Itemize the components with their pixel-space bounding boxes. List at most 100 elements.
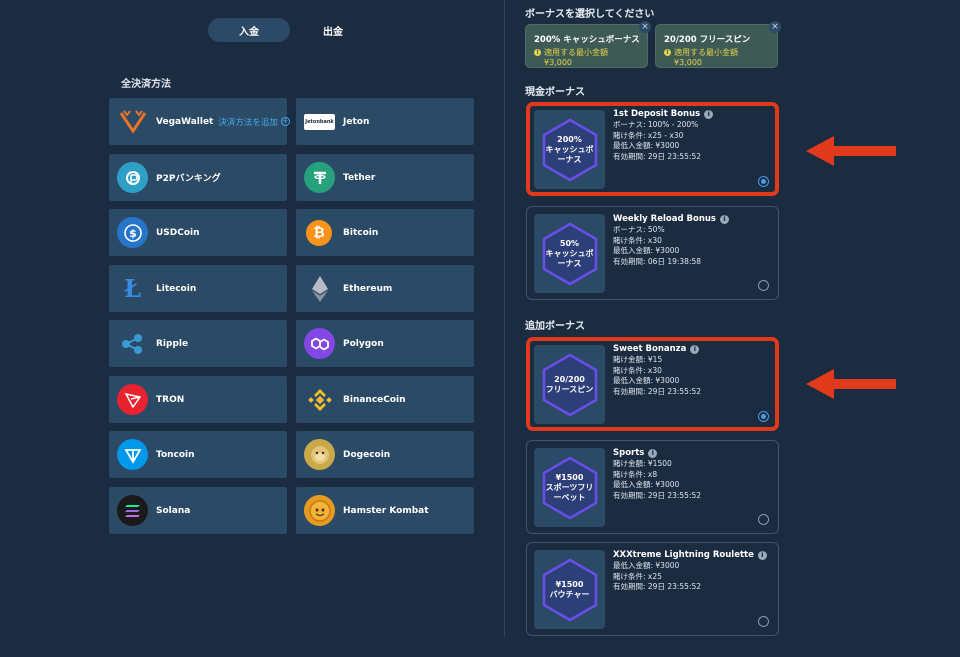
selected-bonus-chip-freespins[interactable]: 20/200 フリースピン ! 適用する最小金額 ¥3,000 × bbox=[655, 21, 781, 68]
method-label: Litecoin bbox=[156, 283, 197, 294]
method-label: P2Pバンキング bbox=[156, 174, 221, 184]
bonus-radio[interactable] bbox=[758, 176, 769, 187]
method-label: Ethereum bbox=[343, 283, 393, 294]
bonus-info: Weekly Reload Bonus i ボーナス: 50% 賭け条件: x30 最低… bbox=[613, 214, 729, 267]
polygon-icon bbox=[304, 328, 335, 359]
panel-divider bbox=[504, 0, 505, 637]
method-label: Polygon bbox=[343, 338, 384, 349]
bonus-badge-text: 20/200 フリースピン bbox=[545, 374, 594, 394]
method-label: Bitcoin bbox=[343, 227, 379, 238]
method-label: Dogecoin bbox=[343, 449, 391, 460]
add-circle-icon: + bbox=[280, 117, 290, 126]
close-icon[interactable]: × bbox=[769, 21, 781, 33]
method-label: Hamster Kombat bbox=[343, 505, 429, 516]
bonus-badge-text: ¥1500 スポーツフリーベット bbox=[545, 472, 594, 502]
radio-selected-dot bbox=[761, 179, 766, 184]
method-label: VegaWallet bbox=[156, 116, 214, 127]
bonus-badge: ¥1500 バウチャー bbox=[534, 550, 605, 629]
jetonbank-logo-icon: Jetonbank bbox=[304, 113, 335, 130]
info-icon[interactable]: i bbox=[704, 109, 714, 119]
bonus-radio[interactable] bbox=[758, 616, 769, 627]
bonus-radio[interactable] bbox=[758, 514, 769, 525]
solana-icon bbox=[117, 495, 148, 526]
hamster-kombat-icon bbox=[304, 495, 335, 526]
bonus-badge: 200% キャッシュボーナス bbox=[534, 110, 605, 189]
red-arrow-icon bbox=[806, 369, 896, 399]
method-solana[interactable]: Solana bbox=[109, 487, 287, 534]
method-ripple[interactable]: Ripple bbox=[109, 320, 287, 367]
method-label: Toncoin bbox=[156, 449, 195, 460]
method-hamster-kombat[interactable]: Hamster Kombat bbox=[296, 487, 474, 534]
deposit-withdraw-tabs: 入金 出金 bbox=[208, 18, 378, 42]
toncoin-icon bbox=[117, 439, 148, 470]
method-polygon[interactable]: Polygon bbox=[296, 320, 474, 367]
bonus-radio[interactable] bbox=[758, 411, 769, 422]
dogecoin-icon bbox=[304, 439, 335, 470]
bonus-card[interactable]: ¥1500 バウチャー XXXtreme Lightning Roulette i 最… bbox=[526, 542, 779, 636]
bonus-name: 1st Deposit Bonus i bbox=[613, 109, 714, 119]
bonus-card[interactable]: 200% キャッシュボーナス 1st Deposit Bonus i ボーナス: 10… bbox=[526, 102, 779, 196]
bonus-card[interactable]: ¥1500 スポーツフリーベット Sports i 賭け金額: ¥1500 賭け条件: … bbox=[526, 440, 779, 534]
bonus-detail-line: 有効期間: 06日 19:38:58 bbox=[613, 256, 702, 266]
bonus-detail-line: 賭け金額: ¥1500 bbox=[613, 459, 672, 468]
bonus-select-title: ボーナスを選択してください bbox=[525, 9, 655, 20]
chip-min-label: ! 適用する最小金額 bbox=[664, 47, 769, 58]
binancecoin-icon bbox=[304, 384, 335, 415]
info-icon[interactable]: i bbox=[720, 214, 729, 224]
close-icon[interactable]: × bbox=[639, 21, 651, 33]
bonus-detail-line: 最低入金額: ¥3000 bbox=[613, 480, 680, 489]
method-tron[interactable]: TRON bbox=[109, 376, 287, 423]
method-binancecoin[interactable]: BinanceCoin bbox=[296, 376, 474, 423]
usdcoin-icon: $ bbox=[117, 217, 148, 248]
bonus-name: Sports i bbox=[613, 448, 701, 458]
method-usdcoin[interactable]: $ USDCoin bbox=[109, 209, 287, 256]
tab-withdraw[interactable]: 出金 bbox=[292, 18, 374, 42]
add-payment-method-link[interactable]: 決済方法を追加 + bbox=[218, 116, 290, 128]
selected-bonus-chip-cash[interactable]: 200% キャッシュボーナス ! 適用する最小金額 ¥3,000 × bbox=[525, 21, 651, 68]
info-icon[interactable]: i bbox=[648, 448, 658, 458]
method-litecoin[interactable]: Ł Litecoin bbox=[109, 265, 287, 312]
bonus-card[interactable]: 20/200 フリースピン Sweet Bonanza i 賭け金額: ¥15 賭け条件… bbox=[526, 337, 779, 431]
ripple-icon bbox=[117, 328, 148, 359]
bonus-detail-line: ボーナス: 50% bbox=[613, 225, 665, 234]
bonus-detail-line: 有効期間: 29日 23:55:52 bbox=[613, 490, 702, 500]
tron-icon bbox=[117, 384, 148, 415]
method-label: Ripple bbox=[156, 338, 189, 349]
bonus-detail-line: 最低入金額: ¥3000 bbox=[613, 376, 680, 385]
method-jeton[interactable]: Jetonbank Jeton bbox=[296, 98, 474, 145]
method-vegawallet[interactable]: VegaWallet 決済方法を追加 + bbox=[109, 98, 290, 145]
bonus-card[interactable]: 50% キャッシュボーナス Weekly Reload Bonus i ボーナス: 5… bbox=[526, 206, 779, 300]
bonus-radio[interactable] bbox=[758, 280, 769, 291]
method-bitcoin[interactable]: ₿ Bitcoin bbox=[296, 209, 474, 256]
bonus-badge-text: 200% キャッシュボーナス bbox=[545, 134, 594, 164]
all-methods-title: 全決済方法 bbox=[121, 79, 171, 90]
method-dogecoin[interactable]: Dogecoin bbox=[296, 431, 474, 478]
method-p2p[interactable]: P2Pバンキング bbox=[109, 154, 287, 201]
bonus-badge-text: ¥1500 バウチャー bbox=[549, 579, 590, 599]
info-icon[interactable]: i bbox=[757, 550, 767, 560]
bonus-name: Sweet Bonanza i bbox=[613, 344, 701, 354]
bonus-detail-line: 有効期間: 29日 23:55:52 bbox=[613, 151, 702, 161]
bonus-badge: ¥1500 スポーツフリーベット bbox=[534, 448, 605, 527]
tab-deposit[interactable]: 入金 bbox=[208, 18, 290, 42]
red-arrow-icon bbox=[806, 136, 896, 166]
chip-min-value: ¥3,000 bbox=[674, 58, 702, 67]
info-icon[interactable]: i bbox=[690, 344, 700, 354]
bitcoin-icon: ₿ bbox=[306, 219, 332, 246]
bonus-detail-line: 最低入金額: ¥3000 bbox=[613, 246, 680, 255]
bonus-name: XXXtreme Lightning Roulette i bbox=[613, 550, 767, 560]
bonus-info: XXXtreme Lightning Roulette i 最低入金額: ¥3000… bbox=[613, 550, 767, 593]
method-toncoin[interactable]: Toncoin bbox=[109, 431, 287, 478]
extra-bonus-title: 追加ボーナス bbox=[525, 321, 585, 332]
method-ethereum[interactable]: Ethereum bbox=[296, 265, 474, 312]
bonus-detail-line: 賭け金額: ¥15 bbox=[613, 355, 663, 364]
radio-selected-dot bbox=[761, 414, 766, 419]
bonus-detail-line: 賭け条件: x8 bbox=[613, 469, 658, 479]
method-tether[interactable]: Tether bbox=[296, 154, 474, 201]
info-dot-icon: ! bbox=[534, 49, 541, 56]
ethereum-icon bbox=[304, 273, 335, 304]
bonus-detail-line: 有効期間: 29日 23:55:52 bbox=[613, 582, 702, 591]
bonus-detail-line: 最低入金額: ¥3000 bbox=[613, 141, 680, 150]
bonus-detail-line: 賭け条件: x30 bbox=[613, 365, 662, 375]
method-label: BinanceCoin bbox=[343, 394, 406, 405]
